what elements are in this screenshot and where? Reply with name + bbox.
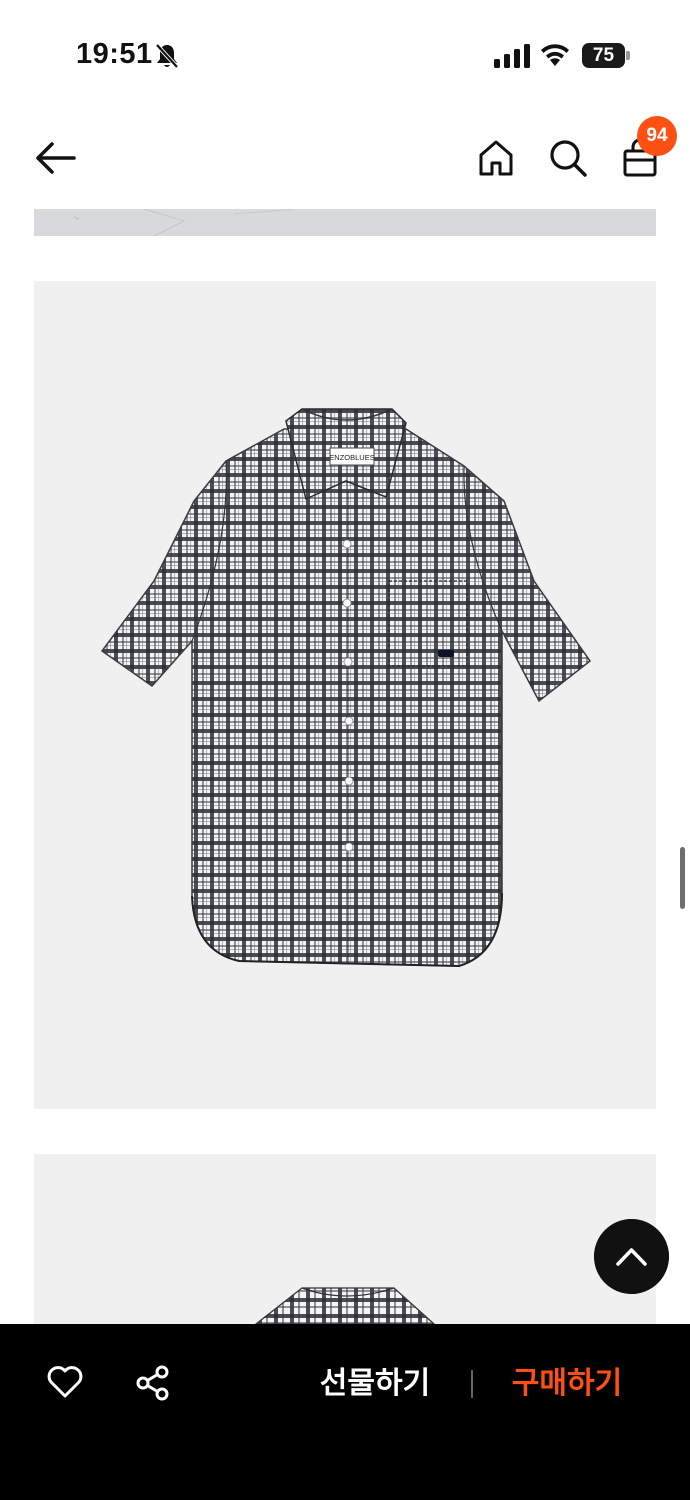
wifi-icon: [541, 44, 569, 66]
gift-button[interactable]: 선물하기: [300, 1354, 450, 1414]
bottom-action-bar: 선물하기 구매하기: [0, 1324, 690, 1500]
home-icon[interactable]: [474, 136, 518, 180]
divider: [471, 1370, 473, 1398]
product-image-previous: [34, 209, 656, 236]
product-detail-screen: 19:51 75 94 ENZOBLUES 선물하기 구매하기: [0, 0, 690, 1500]
floor-texture: [73, 209, 295, 236]
share-icon[interactable]: [134, 1364, 172, 1402]
product-image-main: ENZOBLUES: [34, 281, 656, 1109]
status-time: 19:51: [76, 38, 153, 70]
status-bar: 19:51 75: [0, 0, 690, 110]
battery-level: 75: [592, 45, 615, 66]
nav-bar: [0, 110, 690, 206]
heart-icon[interactable]: [46, 1364, 84, 1400]
plaid-shirt-image: ENZOBLUES: [100, 408, 592, 968]
scroll-indicator[interactable]: [680, 847, 685, 909]
search-icon[interactable]: [546, 136, 590, 180]
back-arrow-icon[interactable]: [30, 138, 80, 178]
scroll-to-top-button[interactable]: [594, 1219, 669, 1294]
battery-icon: 75: [582, 43, 630, 68]
cart-count-badge: 94: [637, 116, 677, 156]
buy-button[interactable]: 구매하기: [492, 1354, 642, 1414]
bell-off-icon: [155, 43, 179, 69]
shirt-brand-tag: ENZOBLUES: [329, 453, 374, 462]
cellular-signal-icon: [494, 44, 530, 68]
